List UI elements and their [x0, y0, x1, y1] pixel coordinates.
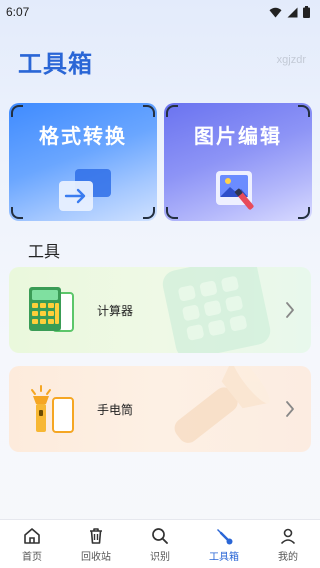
nav-item-profile[interactable]: 我的 — [256, 520, 320, 568]
status-icons — [269, 6, 310, 18]
format-convert-card[interactable]: 格式转换 — [9, 103, 157, 221]
format-convert-label: 格式转换 — [39, 124, 127, 148]
nav-item-recognize[interactable]: 识别 — [128, 520, 192, 568]
person-icon — [280, 528, 296, 545]
chevron-right-icon — [286, 401, 294, 417]
calculator-icon — [29, 287, 74, 332]
home-icon — [24, 528, 40, 544]
trash-icon — [90, 528, 102, 544]
nav-item-toolbox[interactable]: 工具箱 — [192, 520, 256, 568]
tools-section-title: 工具 — [28, 242, 61, 261]
status-time: 6:07 — [6, 5, 30, 19]
nav-item-home[interactable]: 首页 — [0, 520, 64, 568]
calculator-label: 计算器 — [97, 304, 134, 318]
frame-corner — [166, 207, 178, 219]
frame-corner — [298, 207, 310, 219]
frame-corner — [143, 207, 155, 219]
image-edit-card[interactable]: 图片编辑 — [164, 103, 312, 221]
nav-label-recognize: 识别 — [150, 552, 170, 563]
nav-label-toolbox: 工具箱 — [209, 552, 239, 563]
frame-corner — [11, 105, 23, 117]
flashlight-label: 手电筒 — [97, 403, 134, 417]
bottom-nav: 首页 回收站 识别 工具箱 我的 — [0, 519, 320, 568]
battery-icon — [303, 6, 310, 18]
image-edit-icon — [216, 171, 254, 210]
nav-label-recycle-bin: 回收站 — [81, 552, 111, 563]
page-title: 工具箱 — [18, 50, 93, 78]
calculator-card[interactable]: 计算器 — [9, 267, 311, 353]
flashlight-icon — [31, 385, 74, 433]
wifi-icon — [269, 7, 282, 17]
frame-corner — [166, 105, 178, 117]
image-edit-label: 图片编辑 — [194, 124, 282, 148]
wrench-icon — [217, 529, 233, 545]
frame-corner — [11, 207, 23, 219]
frame-corner — [143, 105, 155, 117]
convert-arrow-icon — [59, 169, 111, 211]
frame-corner — [298, 105, 310, 117]
nav-label-home: 首页 — [22, 552, 42, 563]
status-bar: 6:07 — [0, 0, 320, 24]
watermark-text: xgjzdr — [276, 54, 306, 66]
search-icon — [152, 528, 168, 544]
chevron-right-icon — [286, 302, 294, 318]
nav-item-recycle-bin[interactable]: 回收站 — [64, 520, 128, 568]
nav-label-profile: 我的 — [278, 552, 298, 563]
calculator-background-illustration — [162, 267, 271, 353]
signal-icon — [287, 7, 298, 17]
flashlight-card[interactable]: 手电筒 — [9, 366, 311, 452]
flashlight-background-illustration — [174, 366, 270, 443]
